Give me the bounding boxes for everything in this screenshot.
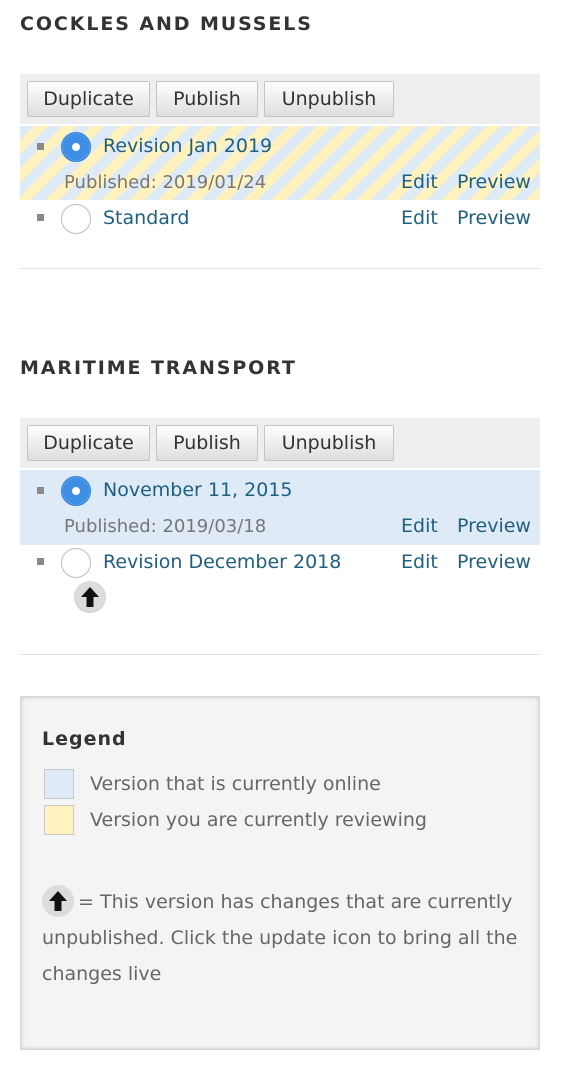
list-bullet [37, 143, 44, 150]
preview-link[interactable]: Preview [457, 517, 531, 536]
section-divider [20, 268, 540, 269]
toolbar-cockles-and-mussels: Duplicate Publish Unpublish [20, 74, 540, 124]
legend-note-text: = This version has changes that are curr… [42, 891, 518, 985]
legend-reviewing-label: Version you are currently reviewing [90, 809, 427, 831]
revision-radio-selected[interactable] [61, 476, 91, 506]
legend-online-label: Version that is currently online [90, 773, 381, 795]
duplicate-button[interactable]: Duplicate [27, 425, 150, 461]
list-bullet [37, 214, 44, 221]
unpublish-button[interactable]: Unpublish [264, 425, 394, 461]
preview-link[interactable]: Preview [457, 173, 531, 192]
arrow-up-icon[interactable] [74, 581, 106, 613]
section-title-maritime-transport: MARITIME TRANSPORT [20, 357, 297, 379]
published-date: Published: 2019/01/24 [64, 172, 267, 193]
arrow-up-glyph [49, 891, 67, 911]
section-title-cockles-and-mussels: COCKLES AND MUSSELS [20, 13, 313, 35]
revision-radio[interactable] [61, 548, 91, 578]
edit-link[interactable]: Edit [401, 173, 438, 192]
page: COCKLES AND MUSSELS Duplicate Publish Un… [0, 0, 572, 1072]
revision-title[interactable]: November 11, 2015 [103, 481, 293, 500]
legend-note: = This version has changes that are curr… [42, 884, 522, 992]
list-bullet [37, 558, 44, 565]
legend-title: Legend [42, 728, 127, 750]
revision-title[interactable]: Revision Jan 2019 [103, 137, 272, 156]
legend-panel: Legend Version that is currently online … [20, 696, 540, 1050]
edit-link[interactable]: Edit [401, 553, 438, 572]
arrow-up-glyph [81, 587, 99, 607]
preview-link[interactable]: Preview [457, 209, 531, 228]
revision-title[interactable]: Revision December 2018 [103, 553, 341, 572]
preview-link[interactable]: Preview [457, 553, 531, 572]
published-date: Published: 2019/03/18 [64, 516, 267, 537]
section-divider [20, 654, 540, 655]
arrow-up-icon [42, 885, 74, 917]
revision-title[interactable]: Standard [103, 209, 189, 228]
edit-link[interactable]: Edit [401, 517, 438, 536]
online-swatch [44, 769, 74, 799]
revision-radio[interactable] [61, 204, 91, 234]
list-bullet [37, 487, 44, 494]
duplicate-button[interactable]: Duplicate [27, 81, 150, 117]
edit-link[interactable]: Edit [401, 209, 438, 228]
revision-radio-selected[interactable] [61, 132, 91, 162]
toolbar-maritime-transport: Duplicate Publish Unpublish [20, 418, 540, 468]
unpublish-button[interactable]: Unpublish [264, 81, 394, 117]
publish-button[interactable]: Publish [156, 81, 258, 117]
reviewing-swatch [44, 805, 74, 835]
publish-button[interactable]: Publish [156, 425, 258, 461]
